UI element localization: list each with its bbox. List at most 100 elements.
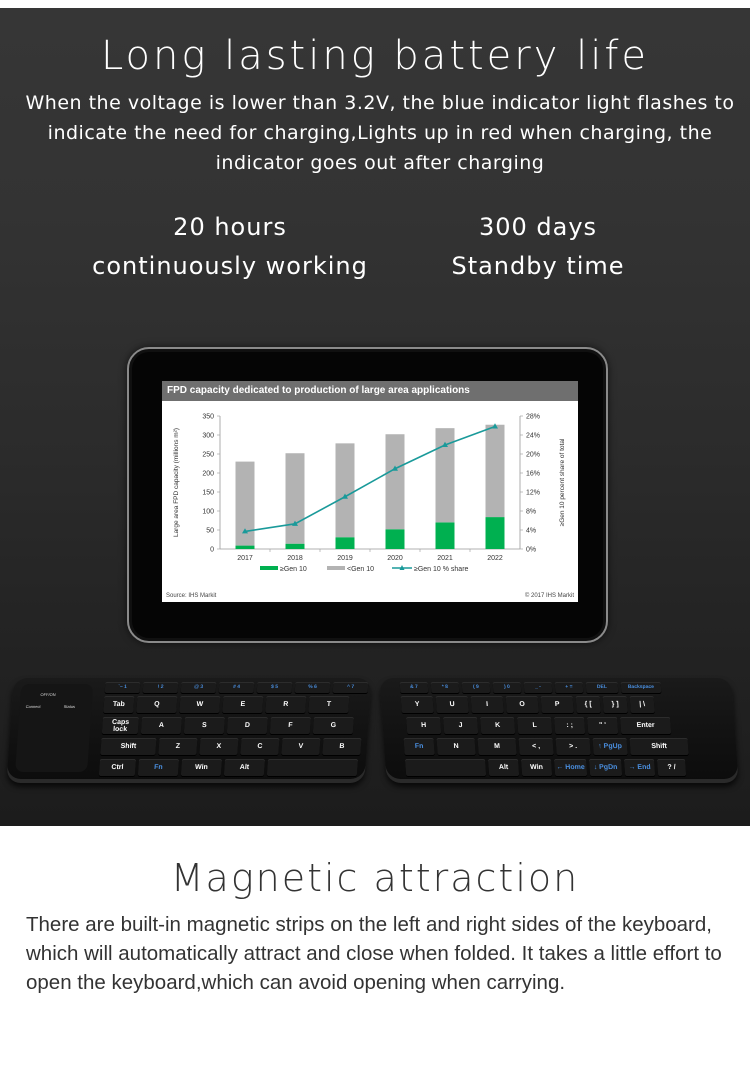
key[interactable]: & 7	[399, 682, 429, 693]
y-right-tick-label: 28%	[526, 414, 540, 421]
key[interactable]: `~ 1	[104, 682, 141, 693]
y-right-tick-label: 12%	[526, 490, 540, 497]
x-tick-label: 2019	[337, 555, 353, 562]
key[interactable]: C	[240, 738, 280, 755]
key[interactable]: F	[269, 717, 311, 734]
chart-source: Source: IHS Markit	[166, 593, 217, 599]
key[interactable]: * 8	[430, 682, 460, 693]
key[interactable]: | \	[629, 696, 655, 713]
key[interactable]: B	[322, 738, 362, 755]
key[interactable]: K	[480, 717, 516, 734]
key[interactable]: G	[312, 717, 354, 734]
keyboard-right-half: & 7 * 8( 9) 0 _ - + = DEL Backspace Y U I O P{ [} …	[379, 678, 739, 783]
y-right-tick-label: 20%	[526, 452, 540, 459]
bar-gen10	[285, 543, 305, 549]
key[interactable]: N	[436, 738, 476, 755]
key[interactable]	[266, 759, 359, 776]
stat-working-hours: 20 hours continuously working	[70, 208, 390, 286]
key[interactable]: S	[183, 717, 225, 734]
key[interactable]: # 4	[218, 682, 255, 693]
key[interactable]: " '	[587, 717, 619, 734]
bar-gen10	[435, 522, 455, 549]
key[interactable]	[404, 759, 487, 776]
stat-label: continuously working	[92, 252, 368, 280]
legend-swatch-gen10	[260, 566, 278, 570]
key[interactable]: ^ 7	[332, 682, 369, 693]
key[interactable]: H	[406, 717, 442, 734]
key[interactable]: Q	[136, 696, 178, 713]
key[interactable]: < ,	[518, 738, 554, 755]
key[interactable]: → End	[623, 759, 656, 776]
y-tick-label: 50	[206, 528, 214, 535]
key[interactable]: P	[540, 696, 574, 713]
magnetic-title: Magnetic attraction	[170, 856, 580, 900]
key[interactable]: ↓ PgDn	[588, 759, 623, 776]
key[interactable]: ( 9	[461, 682, 491, 693]
key[interactable]: ) 0	[492, 682, 522, 693]
key[interactable]: Shift	[100, 738, 157, 755]
key[interactable]: Caps lock	[101, 717, 139, 734]
key[interactable]: ? /	[656, 759, 687, 776]
key[interactable]: { [	[575, 696, 601, 713]
key[interactable]: Ctrl	[98, 759, 137, 776]
legend-label-gen10: ≥Gen 10	[280, 566, 307, 573]
key[interactable]: > .	[555, 738, 591, 755]
key[interactable]: Win	[180, 759, 223, 776]
key[interactable]: R	[265, 696, 307, 713]
y-tick-label: 250	[202, 452, 214, 459]
x-tick-label: 2021	[437, 555, 453, 562]
key[interactable]: + =	[554, 682, 584, 693]
key[interactable]: Win	[520, 759, 553, 776]
key[interactable]: : ;	[554, 717, 586, 734]
key[interactable]: Backspace	[620, 682, 662, 693]
key[interactable]: W	[179, 696, 221, 713]
key[interactable]: $ 5	[256, 682, 293, 693]
key[interactable]: ← Home	[553, 759, 588, 776]
key[interactable]: Tab	[103, 696, 135, 713]
key[interactable]: L	[517, 717, 553, 734]
key[interactable]: _ -	[523, 682, 553, 693]
x-tick-label: 2018	[287, 555, 303, 562]
key[interactable]: ! 2	[142, 682, 179, 693]
key[interactable]: A	[140, 717, 182, 734]
key[interactable]: Shift	[629, 738, 689, 755]
y-tick-label: 200	[202, 471, 214, 478]
key[interactable]: Z	[158, 738, 198, 755]
key[interactable]: Enter	[620, 717, 672, 734]
key[interactable]: Alt	[487, 759, 520, 776]
key[interactable]: Fn	[137, 759, 180, 776]
key[interactable]: E	[222, 696, 264, 713]
x-tick-label: 2017	[237, 555, 253, 562]
key[interactable]: D	[226, 717, 268, 734]
power-switch-label: OFF/ON	[40, 692, 56, 697]
y-tick-label: 100	[202, 509, 214, 516]
function-key-row: `~ 1! 2 @ 3 # 4 $ 5% 6 ^ 7	[104, 682, 369, 693]
key[interactable]: O	[505, 696, 539, 713]
key-row-bottom: Shift Z X C V B	[100, 738, 362, 755]
key[interactable]: I	[470, 696, 504, 713]
key[interactable]: DEL	[585, 682, 619, 693]
key[interactable]: @ 3	[180, 682, 217, 693]
key[interactable]: U	[435, 696, 469, 713]
key[interactable]: J	[443, 717, 479, 734]
legend-swatch-lt-gen10	[327, 566, 345, 570]
key[interactable]: X	[199, 738, 239, 755]
key[interactable]: ↑ PgUp	[592, 738, 628, 755]
key[interactable]: V	[281, 738, 321, 755]
y-right-tick-label: 0%	[526, 547, 536, 554]
key-row-modifiers: Ctrl Fn Win Alt	[98, 759, 359, 776]
chart-panel: FPD capacity dedicated to production of …	[162, 381, 578, 602]
key[interactable]: T	[308, 696, 350, 713]
key[interactable]: } ]	[602, 696, 628, 713]
key[interactable]: Alt	[223, 759, 266, 776]
x-tick-label: 2022	[487, 555, 503, 562]
keyboard-left-half: OFF/ON Connect Status `~ 1! 2 @ 3 # 4 $ 5% …	[6, 678, 372, 783]
key[interactable]: Fn	[403, 738, 435, 755]
key[interactable]: % 6	[294, 682, 331, 693]
bar-lt-gen10	[385, 434, 405, 530]
key[interactable]: M	[477, 738, 517, 755]
key[interactable]: Y	[400, 696, 434, 713]
key-row-home: Caps lock A S D F G	[101, 717, 354, 734]
bar-gen10	[385, 529, 405, 549]
y-tick-label: 350	[202, 414, 214, 421]
